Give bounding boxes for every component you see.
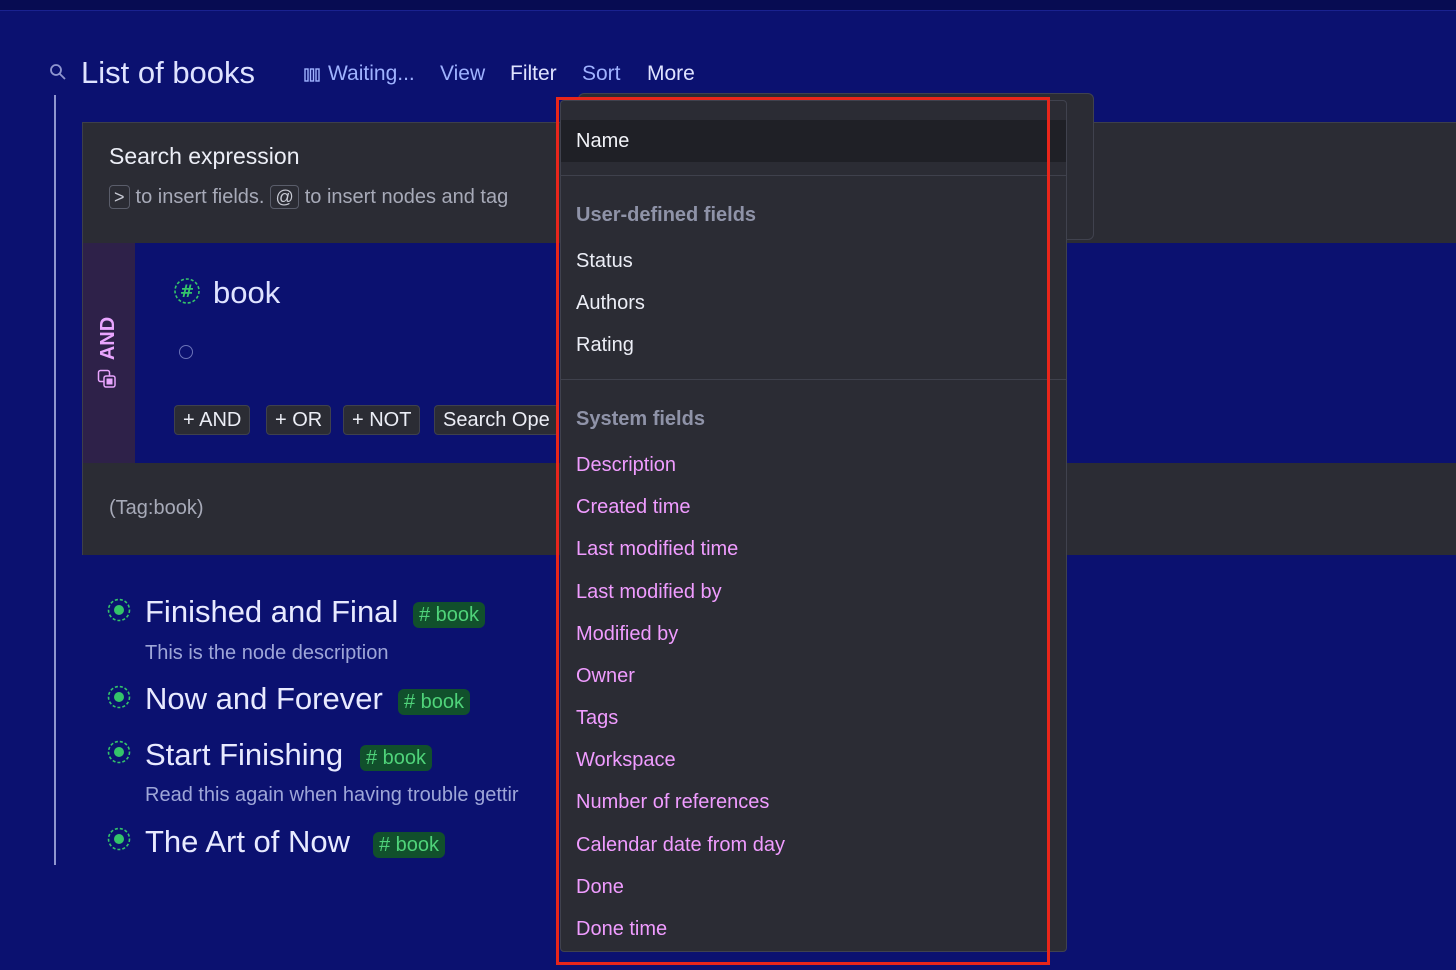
node-bullet-icon[interactable] bbox=[107, 827, 131, 851]
key-hint-nodes: @ bbox=[270, 185, 299, 209]
node-bullet-icon[interactable] bbox=[107, 598, 131, 622]
menu-item-last-modified-time[interactable]: Last modified time bbox=[576, 538, 738, 561]
result-tag[interactable]: # book bbox=[373, 832, 446, 858]
menu-item-created-time[interactable]: Created time bbox=[576, 496, 691, 519]
menu-item-workspace[interactable]: Workspace bbox=[576, 749, 676, 772]
hint-nodes-text: to insert nodes and tag bbox=[304, 186, 509, 208]
panel-title: Search expression bbox=[109, 143, 300, 169]
result-tag[interactable]: # book bbox=[360, 745, 433, 771]
menu-item-done-time[interactable]: Done time bbox=[576, 918, 667, 941]
menu-item-number-of-references[interactable]: Number of references bbox=[576, 791, 769, 814]
menu-item-name[interactable]: Name bbox=[561, 120, 1066, 162]
search-operators-button[interactable]: Search Ope bbox=[434, 405, 559, 435]
panel-hint: > to insert fields. @ to insert nodes and t… bbox=[109, 185, 508, 209]
hint-fields-text: to insert fields. bbox=[135, 186, 265, 208]
menu-separator bbox=[561, 379, 1066, 380]
menu-item-last-modified-by[interactable]: Last modified by bbox=[576, 581, 722, 604]
group-operator-label: AND bbox=[97, 316, 120, 361]
menu-section-system-fields: System fields bbox=[576, 408, 705, 430]
svg-text:#: # bbox=[180, 282, 194, 302]
query-text: (Tag:book) bbox=[109, 497, 204, 519]
menu-item-status[interactable]: Status bbox=[576, 250, 633, 273]
search-icon[interactable] bbox=[49, 63, 67, 81]
view-selector-button[interactable]: Waiting... bbox=[328, 62, 415, 86]
top-border bbox=[0, 0, 1456, 11]
menu-item-rating[interactable]: Rating bbox=[576, 334, 634, 357]
add-or-button[interactable]: + OR bbox=[266, 405, 332, 435]
columns-icon bbox=[304, 68, 320, 82]
tag-hash-icon: # bbox=[174, 278, 200, 304]
sort-button[interactable]: Sort bbox=[582, 62, 621, 86]
and-group-strip[interactable]: AND bbox=[83, 243, 135, 463]
empty-node-bullet[interactable] bbox=[179, 345, 193, 359]
result-description: This is the node description bbox=[145, 642, 389, 664]
result-title[interactable]: Finished and Final bbox=[145, 594, 398, 630]
node-bullet-icon[interactable] bbox=[107, 740, 131, 764]
result-tag[interactable]: # book bbox=[413, 602, 486, 628]
filter-button[interactable]: Filter bbox=[510, 62, 557, 86]
result-description: Read this again when having trouble gett… bbox=[145, 784, 519, 806]
page-title: List of books bbox=[81, 55, 256, 90]
menu-item-owner[interactable]: Owner bbox=[576, 665, 635, 688]
menu-item-modified-by[interactable]: Modified by bbox=[576, 623, 678, 646]
result-tag[interactable]: # book bbox=[398, 689, 471, 715]
menu-item-tags[interactable]: Tags bbox=[576, 707, 618, 730]
node-bullet-icon[interactable] bbox=[107, 685, 131, 709]
result-title[interactable]: Start Finishing bbox=[145, 737, 343, 773]
more-button[interactable]: More bbox=[647, 62, 695, 86]
sort-field-menu: Name User-defined fields Status Authors … bbox=[560, 100, 1067, 952]
menu-section-user-fields: User-defined fields bbox=[576, 204, 757, 226]
add-not-button[interactable]: + NOT bbox=[343, 405, 421, 435]
key-hint-fields: > bbox=[109, 185, 130, 209]
outline-guide-line bbox=[54, 95, 56, 865]
add-and-button[interactable]: + AND bbox=[174, 405, 251, 435]
menu-item-description[interactable]: Description bbox=[576, 454, 676, 477]
result-title[interactable]: Now and Forever bbox=[145, 681, 383, 717]
result-title[interactable]: The Art of Now bbox=[145, 824, 350, 860]
menu-separator bbox=[561, 175, 1066, 176]
tag-name[interactable]: book bbox=[213, 275, 280, 311]
menu-item-authors[interactable]: Authors bbox=[576, 292, 645, 315]
view-button[interactable]: View bbox=[440, 62, 485, 86]
menu-item-done[interactable]: Done bbox=[576, 876, 624, 899]
group-copy-icon[interactable] bbox=[97, 369, 117, 389]
menu-item-calendar-date-from-day[interactable]: Calendar date from day bbox=[576, 834, 785, 857]
